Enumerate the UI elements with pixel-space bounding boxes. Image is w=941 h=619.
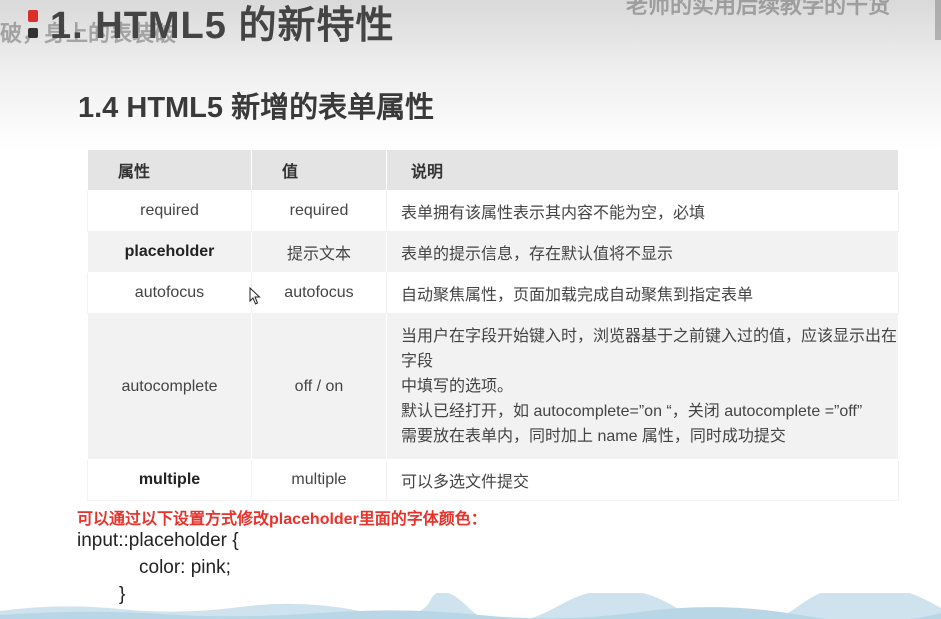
table-row: autofocus autofocus 自动聚焦属性，页面加载完成自动聚焦到指定… bbox=[87, 272, 899, 314]
section-title: 1.4 HTML5 新增的表单属性 bbox=[78, 92, 435, 124]
code-line: input::placeholder { bbox=[77, 530, 239, 551]
value-cell: required bbox=[251, 190, 387, 232]
value-cell: multiple bbox=[251, 459, 387, 501]
table-header-row: 属性 值 说明 bbox=[87, 149, 899, 191]
desc-line: 当用户在字段开始键入时，浏览器基于之前键入过的值，应该显示出在字段 bbox=[401, 328, 898, 370]
desc-cell: 表单拥有该属性表示其内容不能为空，必填 bbox=[386, 190, 899, 232]
title-marker-icon bbox=[28, 10, 38, 22]
attr-cell: multiple bbox=[87, 459, 252, 501]
desc-line: 需要放在表单内，同时加上 name 属性，同时成功提交 bbox=[401, 428, 786, 445]
value-cell: autofocus bbox=[251, 272, 387, 314]
attr-cell: autocomplete bbox=[87, 313, 252, 460]
desc-cell: 表单的提示信息，存在默认值将不显示 bbox=[386, 231, 899, 273]
desc-cell: 可以多选文件提交 bbox=[386, 459, 899, 501]
value-cell: off / on bbox=[251, 313, 387, 460]
desc-line: 默认已经打开，如 autocomplete=”on “，关闭 autocompl… bbox=[401, 403, 863, 420]
bottom-decoration bbox=[0, 593, 941, 619]
slide-title: 1. HTML5 的新特性 bbox=[50, 5, 395, 47]
window-edge bbox=[935, 0, 941, 40]
header-attribute: 属性 bbox=[87, 149, 252, 191]
header-description: 说明 bbox=[386, 149, 899, 191]
desc-cell: 当用户在字段开始键入时，浏览器基于之前键入过的值，应该显示出在字段 中填写的选项… bbox=[386, 313, 899, 460]
mouse-pointer-icon bbox=[249, 287, 261, 305]
table-row: autocomplete off / on 当用户在字段开始键入时，浏览器基于之… bbox=[87, 313, 899, 460]
table-row: placeholder 提示文本 表单的提示信息，存在默认值将不显示 bbox=[87, 231, 899, 273]
placeholder-color-note: 可以通过以下设置方式修改placeholder里面的字体颜色： bbox=[77, 511, 487, 528]
header-value: 值 bbox=[251, 149, 387, 191]
attr-cell: autofocus bbox=[87, 272, 252, 314]
attr-cell: required bbox=[87, 190, 252, 232]
form-attributes-table: 属性 值 说明 required required 表单拥有该属性表示其内容不能… bbox=[87, 149, 899, 501]
table-row: multiple multiple 可以多选文件提交 bbox=[87, 459, 899, 501]
title-marker-dark-icon bbox=[28, 28, 38, 38]
desc-cell: 自动聚焦属性，页面加载完成自动聚焦到指定表单 bbox=[386, 272, 899, 314]
value-cell: 提示文本 bbox=[251, 231, 387, 273]
desc-line: 中填写的选项。 bbox=[401, 378, 514, 395]
subtitle-overlay-right: 老师的实用后续教学的干货 bbox=[626, 0, 891, 18]
attr-cell: placeholder bbox=[87, 231, 252, 273]
code-line: color: pink; bbox=[139, 557, 231, 578]
table-row: required required 表单拥有该属性表示其内容不能为空，必填 bbox=[87, 190, 899, 232]
